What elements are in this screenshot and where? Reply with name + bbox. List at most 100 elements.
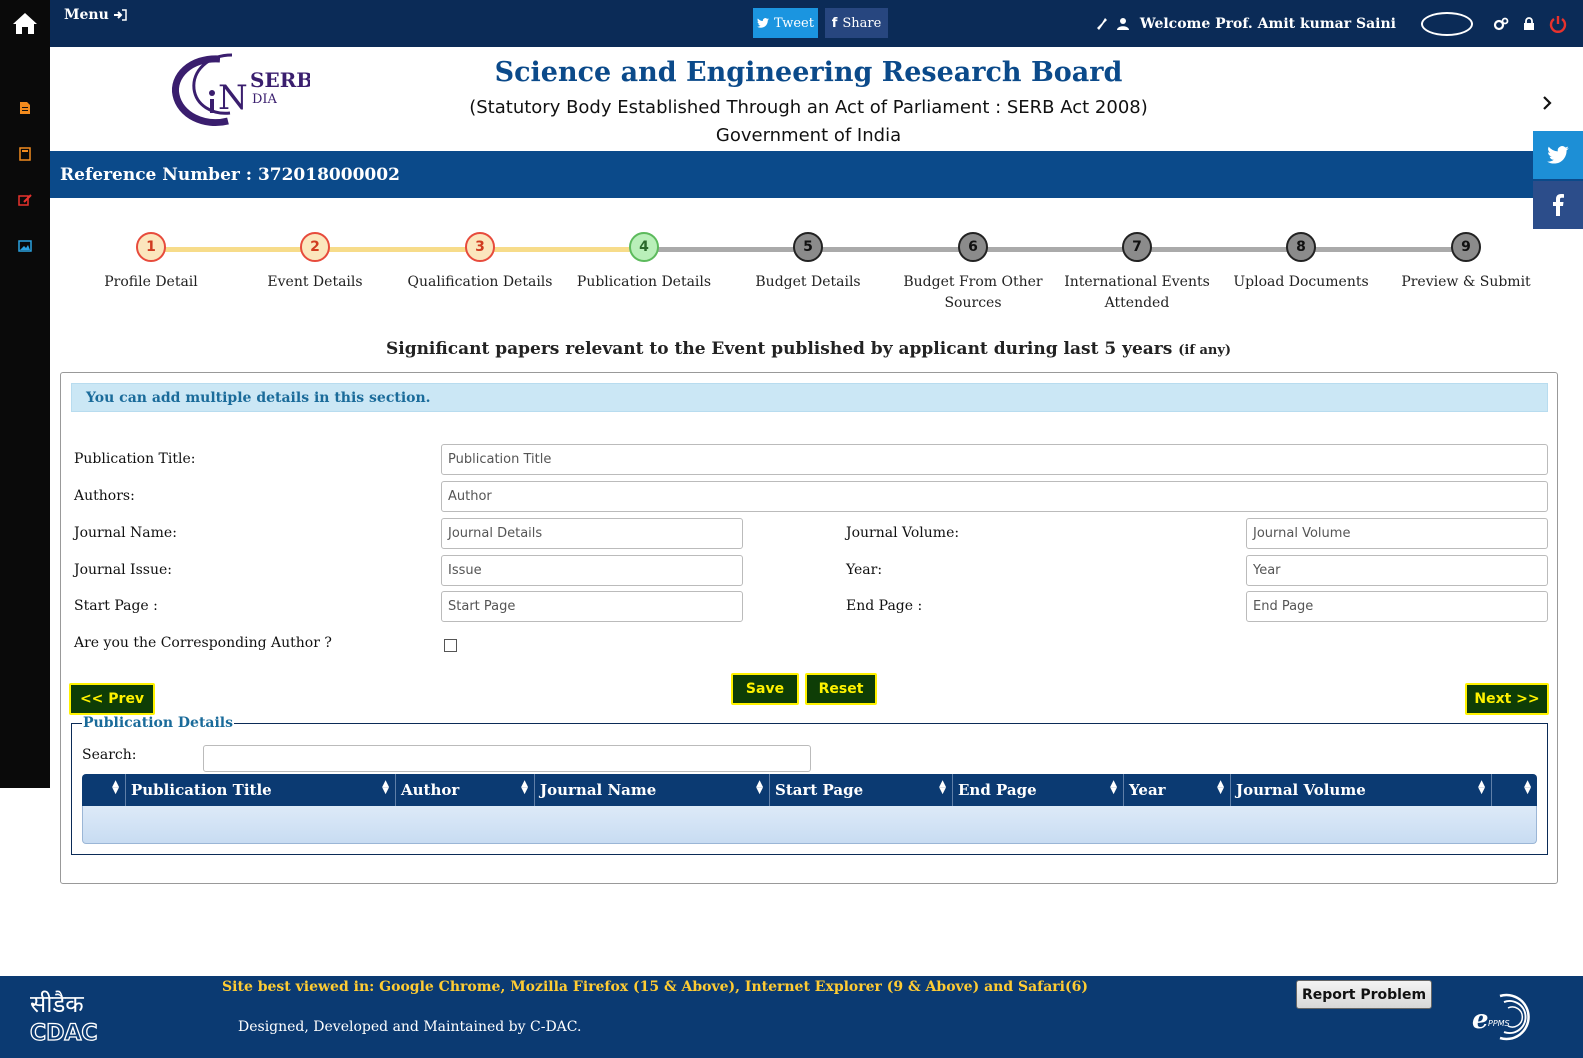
tweet-button[interactable]: Tweet — [753, 8, 818, 38]
sort-icon: ▲ ▼ — [521, 779, 528, 796]
table-body-empty — [82, 806, 1537, 844]
journal-issue-placeholder: Issue — [448, 563, 482, 578]
column-header[interactable]: Start Page ▲ ▼ — [770, 774, 953, 806]
end-page-input[interactable]: End Page — [1246, 591, 1548, 622]
step-qualification-details[interactable]: 3 Qualification Details — [400, 232, 560, 293]
svg-text:PPMS: PPMS — [1488, 1019, 1510, 1028]
image-icon[interactable] — [15, 236, 35, 256]
section-title-note: (if any) — [1178, 343, 1232, 358]
journal-issue-label: Journal Issue: — [74, 562, 172, 578]
sign-in-icon — [113, 9, 127, 21]
board-title: Science and Engineering Research Board — [494, 57, 1123, 88]
column-header-label: Author — [401, 781, 460, 799]
start-page-label: Start Page : — [74, 598, 158, 614]
step-label: International Events Attended — [1064, 274, 1210, 311]
lock-icon[interactable] — [1523, 16, 1535, 31]
column-header[interactable]: Publication Title ▲ ▼ — [126, 774, 396, 806]
welcome-text: Welcome Prof. Amit kumar Saini — [1139, 15, 1396, 32]
oval-shape — [1421, 11, 1473, 36]
home-icon[interactable] — [0, 0, 50, 46]
menu-button[interactable]: Menu — [64, 7, 127, 23]
step-profile-detail[interactable]: 1 Profile Detail — [71, 232, 231, 293]
twitter-share-side[interactable] — [1533, 131, 1583, 179]
calculator-icon[interactable] — [15, 144, 35, 164]
sort-icon: ▲ ▼ — [382, 779, 389, 796]
table-header: ▲ ▼ Publication Title ▲ ▼ Author ▲ ▼ Journal … — [82, 774, 1537, 806]
sort-icon: ▲ ▼ — [1524, 779, 1531, 796]
power-icon[interactable] — [1549, 15, 1567, 33]
svg-text:CDAC: CDAC — [30, 1021, 98, 1044]
top-bar: Menu Tweet f Share Welcome Prof. Amit ku… — [50, 0, 1583, 47]
column-header[interactable]: End Page ▲ ▼ — [953, 774, 1124, 806]
facebook-share-side[interactable] — [1533, 181, 1583, 229]
reset-button[interactable]: Reset — [805, 673, 877, 705]
step-international-events[interactable]: 7 International Events Attended — [1057, 232, 1217, 314]
journal-name-input[interactable]: Journal Details — [441, 518, 743, 549]
column-header-label: Start Page — [775, 781, 864, 799]
step-upload-documents[interactable]: 8 Upload Documents — [1221, 232, 1381, 293]
step-label: Preview & Submit — [1401, 274, 1531, 290]
step-budget-other-sources[interactable]: 6 Budget From Other Sources — [893, 232, 1053, 314]
column-header[interactable]: Author ▲ ▼ — [396, 774, 535, 806]
sort-icon: ▲ ▼ — [1110, 779, 1117, 796]
step-preview-submit[interactable]: 9 Preview & Submit — [1386, 232, 1546, 293]
step-label: Publication Details — [576, 274, 712, 290]
user-area: Welcome Prof. Amit kumar Saini — [1096, 0, 1583, 47]
end-page-placeholder: End Page — [1253, 599, 1314, 614]
left-sidebar — [0, 0, 50, 788]
corresponding-author-checkbox[interactable] — [444, 639, 457, 652]
sort-icon: ▲ ▼ — [939, 779, 946, 796]
share-label: Share — [842, 15, 882, 31]
sort-icon: ▲ ▼ — [1217, 779, 1224, 796]
publication-title-label: Publication Title: — [74, 451, 196, 467]
wrench-icon[interactable] — [1096, 17, 1108, 31]
step-budget-details[interactable]: 5 Budget Details — [728, 232, 888, 293]
facebook-icon — [1553, 194, 1564, 216]
prev-button[interactable]: << Prev — [69, 683, 155, 715]
save-button[interactable]: Save — [731, 673, 799, 705]
corresponding-author-label: Are you the Corresponding Author ? — [74, 635, 332, 651]
table-search-input[interactable] — [203, 745, 811, 772]
start-page-placeholder: Start Page — [448, 599, 516, 614]
twitter-icon — [1547, 146, 1569, 164]
settings-icon[interactable] — [1493, 17, 1509, 31]
cdac-logo: सीडैक CDAC — [28, 988, 108, 1047]
column-header-action[interactable]: ▲ ▼ — [1492, 774, 1537, 806]
step-event-details[interactable]: 2 Event Details — [235, 232, 395, 293]
step-number: 2 — [300, 232, 330, 262]
step-number: 7 — [1122, 232, 1152, 262]
column-header[interactable]: Journal Volume ▲ ▼ — [1231, 774, 1492, 806]
svg-text:e: e — [1472, 1005, 1489, 1035]
edit-icon[interactable] — [15, 190, 35, 210]
designed-by-note: Designed, Developed and Maintained by C-… — [238, 1019, 582, 1035]
eppms-logo: e PPMS — [1470, 986, 1540, 1044]
sort-icon: ▲ ▼ — [1478, 779, 1485, 796]
year-input[interactable]: Year — [1246, 555, 1548, 586]
step-label: Budget Details — [755, 274, 861, 290]
authors-label: Authors: — [74, 488, 135, 504]
column-header-label: Publication Title — [131, 781, 272, 799]
facebook-icon: f — [831, 15, 838, 31]
sort-icon: ▲ ▼ — [756, 779, 763, 796]
share-button[interactable]: f Share — [825, 8, 888, 38]
search-label: Search: — [82, 747, 137, 763]
next-button[interactable]: Next >> — [1465, 683, 1549, 715]
document-icon[interactable] — [15, 98, 35, 118]
browser-support-note: Site best viewed in: Google Chrome, Mozi… — [222, 979, 1088, 995]
journal-issue-input[interactable]: Issue — [441, 555, 743, 586]
publication-title-input[interactable]: Publication Title — [441, 444, 1548, 475]
column-header[interactable]: Year ▲ ▼ — [1124, 774, 1231, 806]
report-problem-button[interactable]: Report Problem — [1296, 980, 1432, 1009]
section-title-text: Significant papers relevant to the Event… — [385, 339, 1173, 359]
journal-volume-input[interactable]: Journal Volume — [1246, 518, 1548, 549]
column-header[interactable]: Journal Name ▲ ▼ — [535, 774, 770, 806]
start-page-input[interactable]: Start Page — [441, 591, 743, 622]
step-publication-details[interactable]: 4 Publication Details — [564, 232, 724, 293]
step-number: 1 — [136, 232, 166, 262]
fieldset-legend: Publication Details — [82, 715, 235, 731]
column-header-index[interactable]: ▲ ▼ — [82, 774, 126, 806]
chevron-right-icon[interactable] — [1541, 95, 1553, 111]
authors-input[interactable]: Author — [441, 481, 1548, 512]
journal-name-label: Journal Name: — [74, 525, 177, 541]
step-number: 9 — [1451, 232, 1481, 262]
